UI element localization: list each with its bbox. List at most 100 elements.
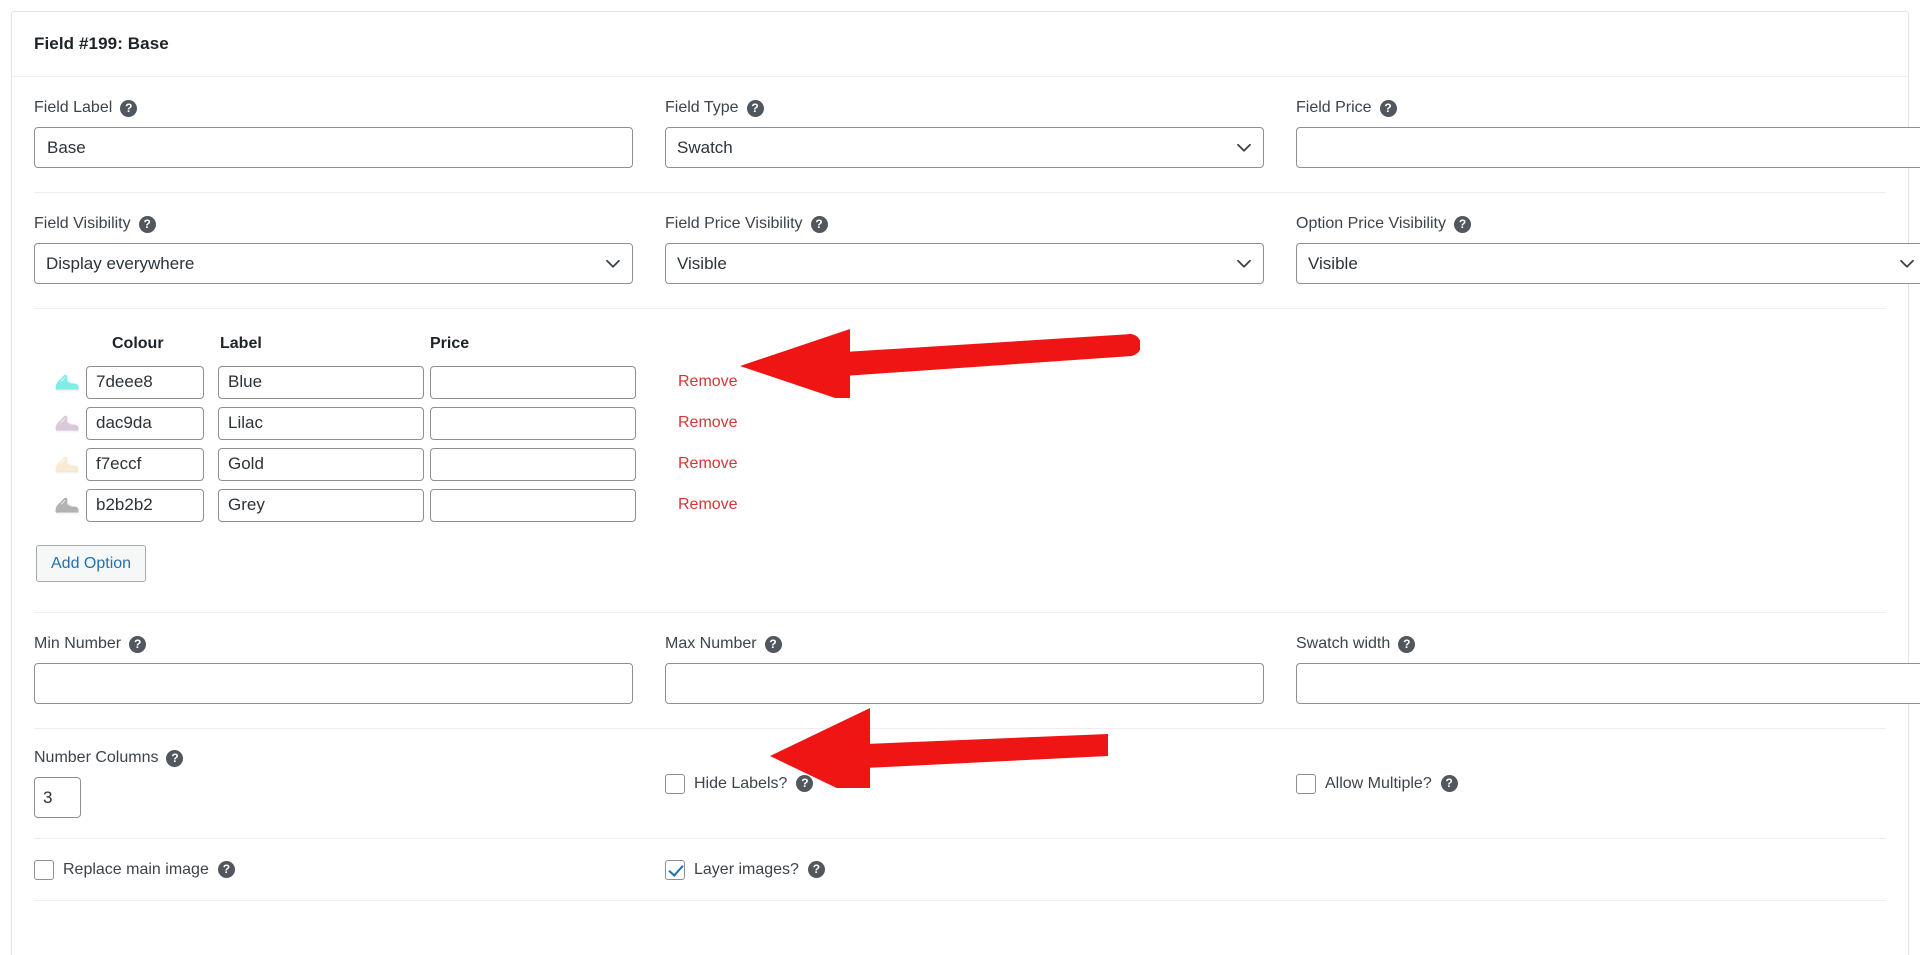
option-price-input[interactable] bbox=[430, 488, 636, 522]
option-price-input[interactable] bbox=[430, 406, 636, 440]
min-number-caption: Min Number ? bbox=[34, 635, 633, 653]
help-icon[interactable]: ? bbox=[1440, 775, 1458, 793]
option-colour-input[interactable] bbox=[86, 406, 204, 440]
help-icon[interactable]: ? bbox=[796, 775, 814, 793]
field-visibility-text: Field Visibility bbox=[34, 215, 131, 232]
shoe-swatch-icon[interactable] bbox=[52, 492, 82, 518]
help-icon[interactable]: ? bbox=[217, 861, 235, 879]
field-price-visibility-text: Field Price Visibility bbox=[665, 215, 803, 232]
settings-row-6: Replace main image ? Layer images? ? bbox=[34, 839, 1886, 902]
field-price-caption: Field Price ? bbox=[1296, 99, 1920, 117]
field-price-visibility-select[interactable]: Visible bbox=[665, 243, 1264, 284]
settings-row-5: Number Columns ? Hide Labels? ? Allow Mu… bbox=[34, 729, 1886, 840]
max-number-group: Max Number ? bbox=[665, 635, 1296, 705]
number-columns-input[interactable] bbox=[34, 777, 81, 819]
field-price-visibility-select-wrap: Visible bbox=[665, 243, 1264, 284]
help-icon[interactable]: ? bbox=[166, 749, 184, 767]
option-label-input[interactable] bbox=[218, 365, 424, 399]
help-icon[interactable]: ? bbox=[120, 99, 138, 117]
field-label-text: Field Label bbox=[34, 99, 113, 116]
replace-main-image-label: Replace main image bbox=[63, 860, 209, 878]
field-type-group: Field Type ? Swatch bbox=[665, 99, 1296, 168]
settings-row-1: Field Label ? Field Type ? Swatch bbox=[34, 77, 1920, 193]
option-price-input[interactable] bbox=[430, 447, 636, 481]
field-label-input[interactable] bbox=[34, 127, 633, 168]
options-table: Colour Label Price RemoveRemoveRemoveRem… bbox=[34, 309, 1886, 614]
replace-main-image-group[interactable]: Replace main image ? bbox=[34, 859, 665, 880]
settings-row-4: Min Number ? Max Number ? Swatch width ? bbox=[34, 613, 1920, 730]
page-root: Field #199: Base Field Label ? Field Typ… bbox=[0, 0, 1920, 955]
field-price-text: Field Price bbox=[1296, 99, 1372, 116]
help-icon[interactable]: ? bbox=[1398, 635, 1416, 653]
field-visibility-select-wrap: Display everywhere bbox=[34, 243, 633, 284]
option-colour-input[interactable] bbox=[86, 447, 204, 481]
table-row: Remove bbox=[34, 365, 1886, 399]
option-price-input[interactable] bbox=[430, 365, 636, 399]
field-visibility-select[interactable]: Display everywhere bbox=[34, 243, 633, 284]
help-icon[interactable]: ? bbox=[764, 635, 782, 653]
hide-labels-group[interactable]: Hide Labels? ? bbox=[665, 773, 1296, 794]
help-icon[interactable]: ? bbox=[810, 215, 828, 233]
swatch-width-input[interactable] bbox=[1296, 663, 1920, 705]
help-icon[interactable]: ? bbox=[129, 635, 147, 653]
panel-body: Field Label ? Field Type ? Swatch bbox=[12, 77, 1920, 902]
min-number-group: Min Number ? bbox=[34, 635, 665, 705]
option-label-input[interactable] bbox=[218, 447, 424, 481]
field-type-caption: Field Type ? bbox=[665, 99, 1264, 117]
table-row: Remove bbox=[34, 447, 1886, 481]
remove-option-link[interactable]: Remove bbox=[678, 496, 738, 513]
settings-row-2: Field Visibility ? Display everywhere Fi… bbox=[34, 193, 1920, 309]
layer-images-checkbox[interactable] bbox=[665, 859, 685, 880]
shoe-swatch-icon[interactable] bbox=[52, 410, 82, 436]
field-price-input[interactable] bbox=[1296, 127, 1920, 168]
help-icon[interactable]: ? bbox=[746, 99, 764, 117]
min-number-input[interactable] bbox=[34, 663, 633, 705]
option-colour-input[interactable] bbox=[86, 488, 204, 522]
allow-multiple-checkbox[interactable] bbox=[1296, 773, 1316, 794]
field-price-group: Field Price ? bbox=[1296, 99, 1920, 168]
help-icon[interactable]: ? bbox=[1453, 215, 1471, 233]
layer-images-label: Layer images? bbox=[694, 860, 799, 878]
remove-option-link[interactable]: Remove bbox=[678, 414, 738, 431]
field-visibility-group: Field Visibility ? Display everywhere bbox=[34, 215, 665, 284]
hide-labels-checkbox[interactable] bbox=[665, 773, 685, 794]
shoe-swatch-icon[interactable] bbox=[52, 451, 82, 477]
allow-multiple-group[interactable]: Allow Multiple? ? bbox=[1296, 773, 1920, 794]
option-label-input[interactable] bbox=[218, 406, 424, 440]
max-number-caption: Max Number ? bbox=[665, 635, 1264, 653]
help-icon[interactable]: ? bbox=[1379, 99, 1397, 117]
table-row: Remove bbox=[34, 406, 1886, 440]
layer-images-group[interactable]: Layer images? ? bbox=[665, 859, 1296, 880]
remove-option-link[interactable]: Remove bbox=[678, 373, 738, 390]
field-visibility-caption: Field Visibility ? bbox=[34, 215, 633, 233]
page-title: Field #199: Base bbox=[34, 34, 169, 53]
field-price-visibility-group: Field Price Visibility ? Visible bbox=[665, 215, 1296, 284]
column-header-label: Label bbox=[220, 335, 262, 352]
remove-option-link[interactable]: Remove bbox=[678, 455, 738, 472]
add-option-button[interactable]: Add Option bbox=[36, 545, 147, 583]
number-columns-caption: Number Columns ? bbox=[34, 749, 665, 767]
replace-main-image-checkbox[interactable] bbox=[34, 859, 54, 880]
field-settings-panel: Field #199: Base Field Label ? Field Typ… bbox=[11, 11, 1920, 955]
swatch-width-text: Swatch width bbox=[1296, 635, 1391, 653]
option-price-visibility-caption: Option Price Visibility ? bbox=[1296, 215, 1920, 233]
max-number-text: Max Number bbox=[665, 635, 757, 653]
option-label-input[interactable] bbox=[218, 488, 424, 522]
options-table-rows: Remove Remove Remove Remove bbox=[34, 365, 1886, 522]
option-colour-input[interactable] bbox=[86, 365, 204, 399]
panel-header: Field #199: Base bbox=[12, 12, 1908, 77]
table-row: Remove bbox=[34, 488, 1886, 522]
help-icon[interactable]: ? bbox=[807, 861, 825, 879]
option-price-visibility-select[interactable]: Visible bbox=[1296, 243, 1920, 284]
allow-multiple-label: Allow Multiple? bbox=[1325, 774, 1432, 792]
max-number-input[interactable] bbox=[665, 663, 1264, 705]
field-label-group: Field Label ? bbox=[34, 99, 665, 168]
option-price-visibility-text: Option Price Visibility bbox=[1296, 215, 1446, 232]
shoe-swatch-icon[interactable] bbox=[52, 369, 82, 395]
field-type-select-wrap: Swatch bbox=[665, 127, 1264, 168]
options-table-header: Colour Label Price bbox=[34, 335, 1886, 353]
field-type-select[interactable]: Swatch bbox=[665, 127, 1264, 168]
swatch-width-caption: Swatch width ? bbox=[1296, 635, 1920, 653]
help-icon[interactable]: ? bbox=[138, 215, 156, 233]
option-price-visibility-select-wrap: Visible bbox=[1296, 243, 1920, 284]
